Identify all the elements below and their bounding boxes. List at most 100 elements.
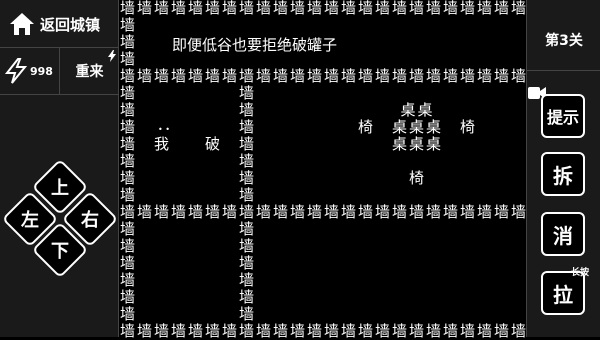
wall-tile: 墙 [188, 322, 204, 340]
wall-tile: 墙 [290, 203, 306, 221]
wall-tile: 墙 [137, 0, 153, 17]
wall-tile: 墙 [494, 0, 510, 17]
wall-tile: 墙 [256, 0, 272, 17]
wall-tile: 墙 [392, 203, 408, 221]
divider [0, 94, 119, 95]
wall-tile: 墙 [137, 322, 153, 340]
home-icon [10, 13, 34, 35]
wall-tile: 墙 [239, 254, 255, 272]
pull-label: 拉 [553, 282, 573, 307]
eliminate-button[interactable]: 消 [541, 212, 585, 256]
wall-tile: 墙 [494, 203, 510, 221]
wall-tile: 墙 [358, 0, 374, 17]
wall-tile: 墙 [120, 67, 136, 85]
wall-tile: 墙 [494, 67, 510, 85]
wall-tile: 墙 [426, 67, 442, 85]
wall-tile: 墙 [409, 0, 425, 17]
wall-tile: 墙 [273, 67, 289, 85]
wall-tile: 墙 [273, 0, 289, 17]
eliminate-label: 消 [553, 223, 573, 248]
wall-tile: 墙 [205, 0, 221, 17]
wall-tile: 墙 [222, 0, 238, 17]
restart-button[interactable]: 重来 [60, 48, 119, 94]
wall-tile: 墙 [120, 203, 136, 221]
chair-tile: 椅 [460, 118, 476, 136]
wall-tile: 墙 [324, 0, 340, 17]
wall-tile: 墙 [120, 50, 136, 68]
wall-tile: 墙 [341, 203, 357, 221]
chair-tile: 椅 [358, 118, 374, 136]
wall-tile: 墙 [120, 220, 136, 238]
wall-tile: 墙 [477, 67, 493, 85]
wall-tile: 墙 [188, 67, 204, 85]
wall-tile: 墙 [205, 322, 221, 340]
wall-tile: 墙 [239, 118, 255, 136]
wall-tile: 墙 [222, 322, 238, 340]
wall-tile: 墙 [375, 67, 391, 85]
wall-tile: 墙 [443, 0, 459, 17]
wall-tile: 墙 [222, 203, 238, 221]
wall-tile: 墙 [273, 322, 289, 340]
wall-tile: 墙 [324, 322, 340, 340]
return-town-label: 返回城镇 [40, 15, 101, 34]
wall-tile: 墙 [477, 322, 493, 340]
game-board: 墙墙墙墙墙墙墙墙墙墙墙墙墙墙墙墙墙墙墙墙墙墙墙墙墙墙墙墙墙墙墙墙墙墙墙墙墙墙墙墙… [120, 0, 527, 340]
wall-tile: 墙 [290, 0, 306, 17]
wall-tile: 墙 [154, 0, 170, 17]
wall-tile: 墙 [239, 271, 255, 289]
wall-tile: 墙 [256, 203, 272, 221]
return-town-button[interactable]: 返回城镇 [0, 0, 119, 48]
small-lightning-icon [108, 50, 116, 62]
wall-tile: 墙 [239, 305, 255, 323]
wall-tile: 墙 [120, 322, 136, 340]
wall-tile: 墙 [120, 254, 136, 272]
wall-tile: 墙 [307, 67, 323, 85]
hint-button[interactable]: 提示 [541, 94, 585, 138]
wall-tile: 墙 [290, 67, 306, 85]
wall-tile: 墙 [494, 322, 510, 340]
level-indicator: 第3关 [545, 33, 583, 49]
wall-tile: 墙 [239, 67, 255, 85]
wall-tile: 墙 [511, 67, 527, 85]
hint-label: 提示 [546, 108, 579, 127]
wall-tile: 墙 [341, 0, 357, 17]
wall-tile: 墙 [171, 203, 187, 221]
wall-tile: 墙 [443, 67, 459, 85]
wall-tile: 墙 [375, 322, 391, 340]
wall-tile: 墙 [120, 237, 136, 255]
wall-tile: 墙 [205, 67, 221, 85]
wall-tile: 墙 [171, 0, 187, 17]
wall-tile: 墙 [137, 203, 153, 221]
right-action-panel: 第3关 提示 拆 消 拉 长按 [526, 0, 600, 337]
table-tile: 桌 [392, 135, 408, 153]
wall-tile: 墙 [290, 322, 306, 340]
wall-tile: 墙 [137, 67, 153, 85]
wall-tile: 墙 [426, 203, 442, 221]
wall-tile: 墙 [120, 135, 136, 153]
wall-tile: 墙 [460, 203, 476, 221]
wall-tile: 墙 [256, 322, 272, 340]
table-tile: 桌 [426, 118, 442, 136]
wall-tile: 墙 [239, 186, 255, 204]
wall-tile: 墙 [358, 322, 374, 340]
wall-tile: 墙 [477, 0, 493, 17]
wall-tile: 墙 [375, 0, 391, 17]
dismantle-button[interactable]: 拆 [541, 152, 585, 196]
wall-tile: 墙 [341, 322, 357, 340]
wall-tile: 墙 [273, 203, 289, 221]
wall-tile: 墙 [239, 135, 255, 153]
player-indicator: • • [158, 125, 170, 134]
wall-tile: 墙 [188, 0, 204, 17]
wall-tile: 墙 [409, 322, 425, 340]
wall-tile: 墙 [324, 203, 340, 221]
wall-tile: 墙 [239, 101, 255, 119]
pull-button[interactable]: 拉 长按 [541, 268, 589, 315]
wall-tile: 墙 [239, 169, 255, 187]
wall-tile: 墙 [171, 322, 187, 340]
wall-tile: 墙 [409, 67, 425, 85]
wall-tile: 墙 [120, 84, 136, 102]
dismantle-label: 拆 [553, 163, 573, 188]
wall-tile: 墙 [239, 322, 255, 340]
wall-tile: 墙 [511, 0, 527, 17]
chair-tile: 椅 [409, 169, 425, 187]
